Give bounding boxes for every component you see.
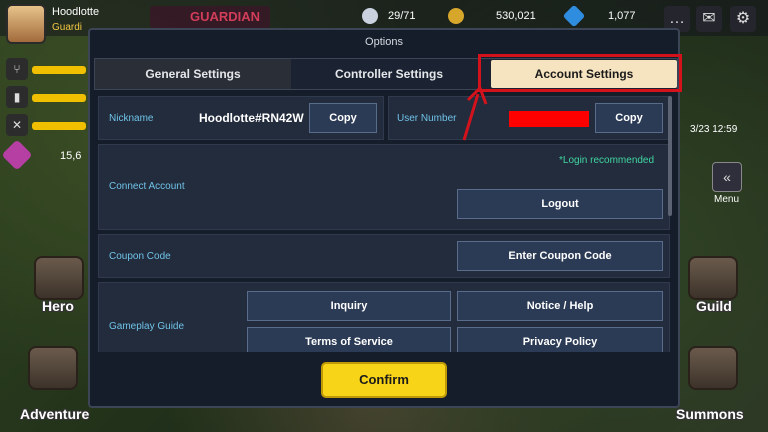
- player-name: Hoodlotte: [52, 6, 100, 18]
- summons-icon[interactable]: [688, 346, 738, 390]
- privacy-policy-button[interactable]: Privacy Policy: [457, 327, 663, 352]
- gold-coin-icon: [448, 8, 464, 24]
- connect-account-panel: Connect Account *Login recommended Logou…: [98, 144, 670, 230]
- terms-of-service-button[interactable]: Terms of Service: [247, 327, 451, 352]
- dialog-title: Options: [365, 36, 403, 48]
- content-scrollbar[interactable]: [668, 96, 672, 216]
- food-bar: [32, 66, 86, 74]
- annotation-highlight-box: [478, 54, 682, 92]
- redacted-user-number: [509, 111, 589, 127]
- gold-counter: 530,021: [496, 10, 536, 22]
- gear-icon[interactable]: ⚙: [730, 6, 756, 32]
- tool-icon[interactable]: ✕: [6, 114, 28, 136]
- tab-general-settings[interactable]: General Settings: [95, 59, 291, 89]
- coupon-label: Coupon Code: [109, 251, 171, 262]
- player-avatar[interactable]: [6, 4, 46, 44]
- coupon-panel: Coupon Code Enter Coupon Code: [98, 234, 670, 278]
- login-recommended-note: *Login recommended: [559, 155, 655, 166]
- jar-icon[interactable]: ▮: [6, 86, 28, 108]
- user-number-panel: User Number Copy: [388, 96, 670, 140]
- gameplay-guide-label: Gameplay Guide: [109, 321, 185, 332]
- gameplay-guide-panel: Gameplay Guide Inquiry Notice / Help Ter…: [98, 282, 670, 352]
- logout-button[interactable]: Logout: [457, 189, 663, 219]
- menu-label[interactable]: Menu: [714, 194, 739, 205]
- mail-icon[interactable]: ✉: [696, 6, 722, 32]
- food-icon[interactable]: ⑂: [6, 58, 28, 80]
- guild-icon[interactable]: [688, 256, 738, 300]
- chevron-left-icon[interactable]: «: [712, 162, 742, 192]
- stamina-counter: 29/71: [388, 10, 416, 22]
- summons-label[interactable]: Summons: [676, 406, 744, 422]
- player-title: Guardi: [52, 22, 83, 33]
- guardian-banner[interactable]: GUARDIAN: [150, 6, 270, 28]
- tool-bar: [32, 122, 86, 130]
- guild-label[interactable]: Guild: [696, 298, 732, 314]
- nickname-label: Nickname: [109, 113, 154, 124]
- event-timer: 3/23 12:59: [690, 124, 738, 135]
- inquiry-button[interactable]: Inquiry: [247, 291, 451, 321]
- enter-coupon-button[interactable]: Enter Coupon Code: [457, 241, 663, 271]
- crystal-counter: 15,6: [60, 150, 82, 162]
- user-number-label: User Number: [397, 113, 457, 124]
- gem-counter: 1,077: [608, 10, 636, 22]
- notice-help-button[interactable]: Notice / Help: [457, 291, 663, 321]
- annotation-arrow-icon: [462, 85, 488, 141]
- connect-account-label: Connect Account: [109, 181, 185, 192]
- confirm-button[interactable]: Confirm: [321, 362, 447, 398]
- nickname-panel: Nickname Hoodlotte#RN42W Copy: [98, 96, 384, 140]
- jar-bar: [32, 94, 86, 102]
- adventure-label[interactable]: Adventure: [20, 406, 89, 422]
- copy-nickname-button[interactable]: Copy: [309, 103, 377, 133]
- nickname-value: Hoodlotte#RN42W: [199, 111, 304, 125]
- adventure-icon[interactable]: [28, 346, 78, 390]
- hero-icon[interactable]: [34, 256, 84, 300]
- settings-content: Nickname Hoodlotte#RN42W Copy User Numbe…: [98, 96, 670, 352]
- stamina-icon: [362, 8, 378, 24]
- hero-label[interactable]: Hero: [42, 298, 74, 314]
- copy-user-number-button[interactable]: Copy: [595, 103, 663, 133]
